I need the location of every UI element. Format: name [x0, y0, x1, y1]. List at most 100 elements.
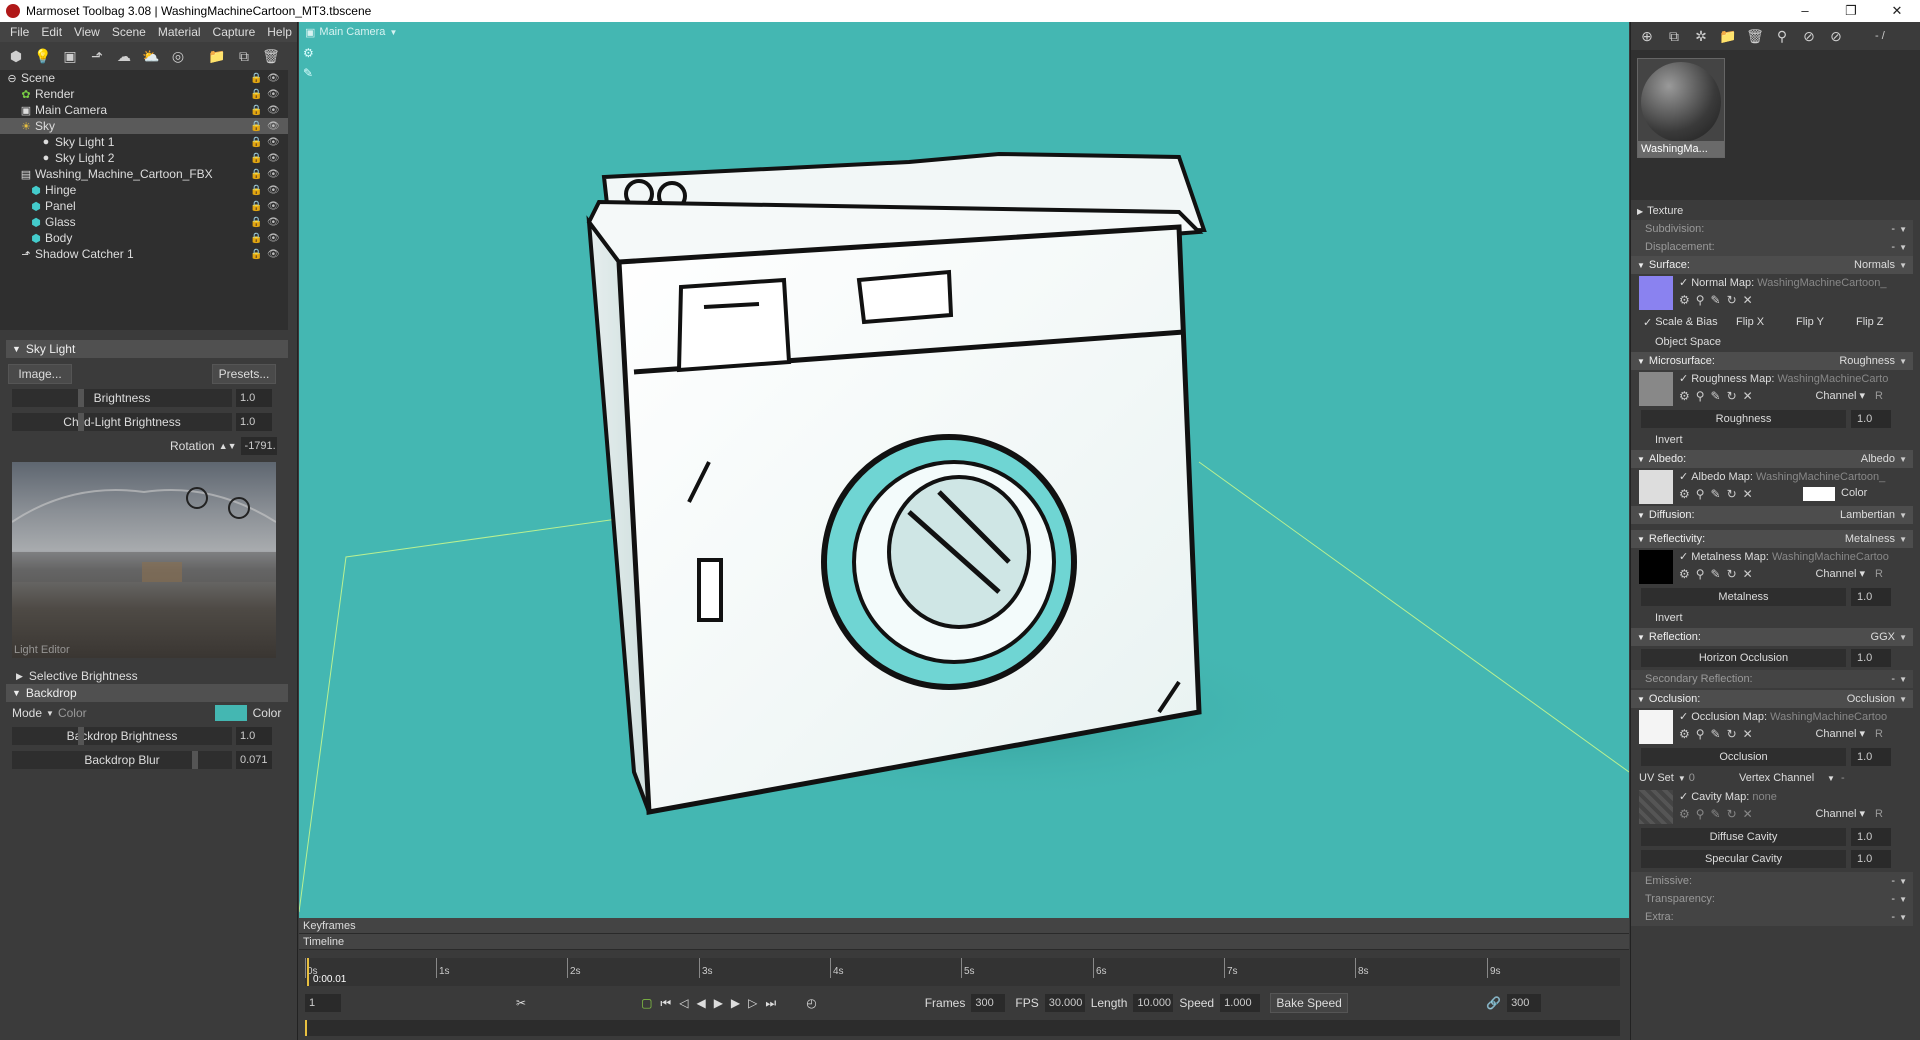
add-camera-icon[interactable]: ▣: [60, 46, 80, 66]
microsurface-section[interactable]: ▼ Microsurface: Roughness ▼: [1631, 352, 1913, 370]
channel-select[interactable]: Channel ▾ R: [1815, 727, 1883, 740]
close-button[interactable]: ✕: [1874, 0, 1920, 22]
add-light-icon[interactable]: 💡: [33, 46, 53, 66]
menu-capture[interactable]: Capture: [207, 25, 262, 39]
lock-icon[interactable]: 🔒: [250, 121, 262, 132]
eye-icon[interactable]: 👁: [267, 217, 280, 228]
chevron-down-icon[interactable]: ▼: [1827, 774, 1835, 783]
backdrop-color-swatch[interactable]: [214, 705, 247, 721]
roughness-map-thumb[interactable]: [1639, 372, 1673, 406]
scissors-icon[interactable]: ✂: [516, 996, 526, 1010]
lock-icon[interactable]: 🔒: [250, 233, 262, 244]
minimize-button[interactable]: –: [1782, 0, 1828, 22]
step-forward-icon[interactable]: ▶: [731, 996, 740, 1010]
lock-icon[interactable]: 🔒: [250, 137, 262, 148]
diffusion-section[interactable]: ▼ Diffusion: Lambertian ▼: [1631, 506, 1913, 524]
prev-key-icon[interactable]: ◁: [679, 996, 688, 1010]
invert-checkbox[interactable]: Invert: [1631, 608, 1913, 628]
eye-icon[interactable]: 👁: [267, 169, 280, 180]
map-tools[interactable]: ⚙⚲✎↻✕: [1679, 293, 1759, 307]
selective-brightness[interactable]: Selective Brightness: [29, 669, 138, 683]
map-tools[interactable]: ⚙⚲✎↻✕: [1679, 807, 1759, 821]
playhead[interactable]: [307, 958, 309, 986]
viewport[interactable]: ▣ Main Camera ▼ ⚙ ✎: [299, 22, 1629, 918]
step-back-icon[interactable]: ◀: [696, 996, 705, 1010]
uv-set-value[interactable]: 0: [1689, 772, 1695, 784]
lock-icon[interactable]: 🔒: [250, 169, 262, 180]
lock-icon[interactable]: 🔒: [250, 105, 262, 116]
add-shadow-icon[interactable]: ⬏: [87, 46, 107, 66]
last-frame-icon[interactable]: ⏭: [765, 996, 776, 1011]
rotation-stepper[interactable]: ▲▼: [219, 441, 237, 451]
add-turntable-icon[interactable]: ◎: [168, 46, 188, 66]
bake-speed-button[interactable]: Bake Speed: [1270, 993, 1349, 1013]
eye-icon[interactable]: 👁: [267, 73, 280, 84]
eye-icon[interactable]: 👁: [267, 105, 280, 116]
presets-button[interactable]: Presets...: [212, 364, 276, 384]
albedo-section[interactable]: ▼ Albedo: Albedo ▼: [1631, 450, 1913, 468]
first-frame-icon[interactable]: ⏮: [660, 996, 671, 1011]
transparency-section[interactable]: Transparency: - ▼: [1631, 890, 1913, 908]
lock-icon[interactable]: 🔒: [250, 185, 262, 196]
folder-icon[interactable]: 📁: [1718, 26, 1738, 46]
metalness-slider[interactable]: Metalness: [1641, 588, 1846, 606]
clear-icon[interactable]: ⊘: [1826, 26, 1846, 46]
horizon-occlusion-value[interactable]: 1.0: [1851, 649, 1891, 667]
lock-icon[interactable]: 🔒: [250, 217, 262, 228]
fps-input[interactable]: 30.000: [1044, 994, 1085, 1012]
diffuse-cavity-slider[interactable]: Diffuse Cavity: [1641, 828, 1846, 846]
frame-input[interactable]: 1: [305, 994, 341, 1012]
menu-help[interactable]: Help: [261, 25, 298, 39]
backdrop-header[interactable]: ▼ Backdrop: [6, 684, 288, 702]
tree-item-render[interactable]: ✿ Render 🔒 👁: [0, 86, 288, 102]
invert-checkbox[interactable]: Invert: [1631, 430, 1913, 450]
trash-icon[interactable]: 🗑: [261, 46, 281, 66]
extra-section[interactable]: Extra: - ▼: [1631, 908, 1913, 926]
surface-section[interactable]: ▼ Surface: Normals ▼: [1631, 256, 1913, 274]
lock-icon[interactable]: 🔒: [250, 89, 262, 100]
duplicate-material-icon[interactable]: ⧉: [1664, 26, 1684, 46]
child-light-slider[interactable]: Child-Light Brightness: [12, 413, 232, 431]
backdrop-blur-value[interactable]: 0.071: [236, 751, 272, 769]
tree-item-sky[interactable]: ☀ Sky 🔒 👁: [0, 118, 288, 134]
object-space-checkbox[interactable]: Object Space: [1631, 332, 1913, 352]
lock-icon[interactable]: 🔒: [250, 201, 262, 212]
channel-select[interactable]: Channel ▾ R: [1815, 807, 1883, 820]
eye-icon[interactable]: 👁: [267, 137, 280, 148]
occlusion-section[interactable]: ▼ Occlusion: Occlusion ▼: [1631, 690, 1913, 708]
zoom-level[interactable]: - /: [1875, 30, 1885, 42]
reflection-section[interactable]: ▼ Reflection: GGX ▼: [1631, 628, 1913, 646]
add-object-icon[interactable]: ⬢: [6, 46, 26, 66]
albedo-color-swatch[interactable]: [1803, 487, 1835, 501]
keyframes-header[interactable]: Keyframes: [299, 918, 1629, 934]
flip-z-checkbox[interactable]: Flip Z: [1856, 316, 1884, 328]
eye-icon[interactable]: 👁: [267, 89, 280, 100]
roughness-value[interactable]: 1.0: [1851, 410, 1891, 428]
tree-item-glass[interactable]: ⬢ Glass 🔒 👁: [0, 214, 288, 230]
frames-input[interactable]: 300: [971, 994, 1006, 1012]
scale-bias-checkbox[interactable]: ✓: [1643, 316, 1652, 329]
brightness-value[interactable]: 1.0: [236, 389, 272, 407]
play-icon[interactable]: ▶: [714, 996, 723, 1010]
folder-icon[interactable]: 📁: [207, 46, 227, 66]
chevron-down-icon[interactable]: ▼: [1678, 774, 1686, 783]
occlusion-slider[interactable]: Occlusion: [1641, 748, 1846, 766]
timeline-track[interactable]: [305, 1020, 1620, 1036]
vertex-channel-value[interactable]: -: [1841, 772, 1845, 784]
assign-icon[interactable]: ⊘: [1799, 26, 1819, 46]
rotation-value[interactable]: -1791.: [240, 437, 277, 455]
tree-item-sky-light-1[interactable]: ● Sky Light 1 🔒 👁: [0, 134, 288, 150]
material-settings-icon[interactable]: ✲: [1691, 26, 1711, 46]
channel-select[interactable]: Channel ▾ R: [1815, 567, 1883, 580]
maximize-button[interactable]: ❐: [1828, 0, 1874, 22]
menu-material[interactable]: Material: [152, 25, 207, 39]
speed-icon[interactable]: ◴: [806, 996, 816, 1010]
eye-icon[interactable]: 👁: [267, 185, 280, 196]
texture-section[interactable]: ▶ Texture: [1631, 202, 1913, 220]
add-fog-icon[interactable]: ☁: [114, 46, 134, 66]
next-key-icon[interactable]: ▷: [748, 996, 757, 1010]
eye-icon[interactable]: 👁: [267, 201, 280, 212]
backdrop-blur-slider[interactable]: Backdrop Blur: [12, 751, 232, 769]
expand-icon[interactable]: ▶: [16, 671, 23, 682]
lock-icon[interactable]: 🔒: [250, 249, 262, 260]
